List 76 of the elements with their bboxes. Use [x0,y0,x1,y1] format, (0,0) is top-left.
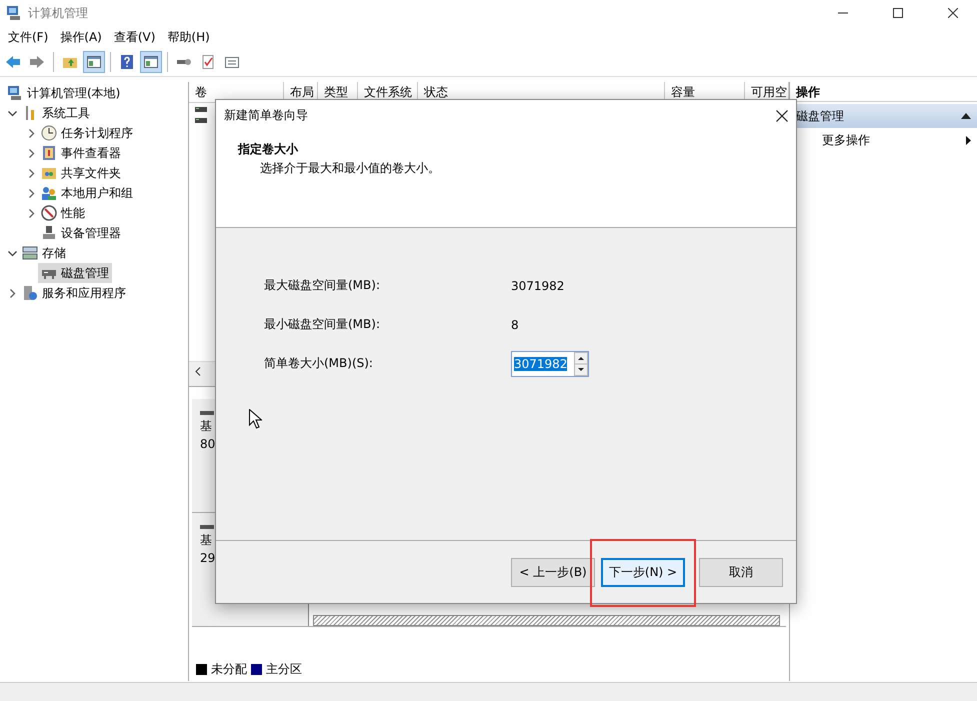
back-arrow-icon [5,54,21,70]
panel-icon [143,54,159,70]
legend-label: 主分区 [266,660,302,678]
field-value: 8 [511,318,519,332]
tree-item[interactable]: 系统工具 [19,103,93,123]
legend-label: 未分配 [211,660,247,678]
disk-info: 80 [200,437,216,451]
tree-item[interactable]: 磁盘管理 [38,263,112,283]
services-icon [22,285,38,301]
section-title: 磁盘管理 [796,108,844,124]
expand-chevron-icon[interactable] [8,288,16,298]
maximize-icon[interactable] [892,8,902,18]
expand-chevron-icon[interactable] [26,148,36,158]
expand-chevron-icon[interactable] [26,128,36,138]
spin-arrows-icon[interactable] [574,352,588,376]
tree-item[interactable]: 性能 [38,203,88,223]
gauge-icon [41,205,57,221]
menu-item[interactable]: 文件(F) [2,28,54,46]
wizard-button[interactable]: 下一步(N) > [601,558,685,586]
menu-item[interactable]: 查看(V) [108,28,162,46]
tree-item[interactable]: 事件查看器 [38,143,124,163]
field-label: 简单卷大小(MB)(S): [264,355,374,372]
step-description: 选择介于最大和最小值的卷大小。 [259,160,441,177]
tree-item[interactable]: 共享文件夹 [38,163,124,183]
panel-button[interactable] [140,51,162,73]
device-icon [41,225,57,241]
collapse-chevron-icon[interactable] [8,248,16,258]
tree-item[interactable]: 服务和应用程序 [19,283,129,303]
action-link[interactable]: 更多操作 [822,132,870,148]
menu-item[interactable]: 操作(A) [54,28,108,46]
step-heading: 指定卷大小 [238,141,300,158]
users-icon [41,185,57,201]
computer-icon [6,5,22,21]
report-icon [200,54,216,70]
forward-arrow-icon [29,54,45,70]
field-label: 最大磁盘空间量(MB): [264,277,381,294]
submenu-arrow-icon[interactable] [966,136,971,144]
field-label: 最小磁盘空间量(MB): [264,316,381,333]
field-value: 3071982 [511,278,564,292]
tree-item[interactable]: 设备管理器 [38,223,124,243]
scroll-left-icon[interactable] [195,366,201,376]
drive-icon [195,107,207,113]
dialog-title: 新建简单卷向导 [224,107,308,124]
expand-chevron-icon[interactable] [26,168,36,178]
collapse-triangle-icon[interactable] [961,113,971,119]
close-icon[interactable] [948,8,958,18]
list-icon [224,54,240,70]
drive-icon [200,411,214,416]
disk-info: 基 [200,418,212,435]
computer-icon [7,85,23,101]
tree-item[interactable]: 计算机管理(本地) [4,83,124,103]
tree-item[interactable]: 任务计划程序 [38,123,136,143]
panel-button[interactable] [83,51,105,73]
storage-icon [22,245,38,261]
log-icon [41,145,57,161]
unallocated-bar[interactable] [313,615,780,626]
clock-icon [41,125,57,141]
size-spin-field[interactable]: 3071982 [511,350,589,376]
drive-icon [200,525,214,530]
shared-folder-icon [41,165,57,181]
tree-item[interactable]: 本地用户和组 [38,183,136,203]
disk-info: 29 [200,551,216,565]
disk-info: 基 [200,532,212,549]
expand-chevron-icon[interactable] [26,188,36,198]
tree-item[interactable]: 存储 [19,243,69,263]
expand-chevron-icon[interactable] [26,208,36,218]
panel-icon [86,54,102,70]
wizard-button[interactable]: 取消 [699,558,783,586]
window-title: 计算机管理 [28,4,89,22]
collapse-chevron-icon[interactable] [8,108,16,118]
drive-icon [195,118,207,124]
close-icon[interactable] [776,110,788,122]
help-icon [119,54,135,70]
menu-item[interactable]: 帮助(H) [161,28,216,46]
wizard-button[interactable]: < 上一步(B) [511,558,595,586]
pointer-icon [249,409,262,429]
